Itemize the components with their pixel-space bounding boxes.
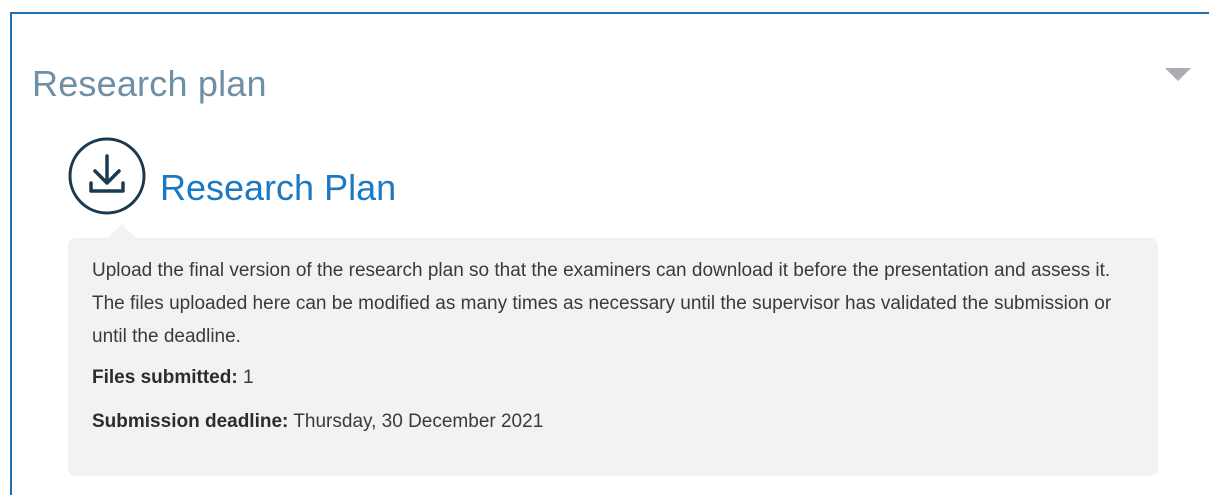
download-icon[interactable] [67, 136, 147, 216]
submission-deadline: Submission deadline: Thursday, 30 Decemb… [92, 407, 1134, 437]
files-submitted-label: Files submitted: [92, 367, 238, 388]
submission-deadline-label: Submission deadline: [92, 411, 289, 432]
files-submitted: Files submitted: 1 [92, 363, 1134, 393]
files-submitted-value: 1 [242, 367, 254, 388]
section-panel: Research plan Research Plan Upload the f… [10, 12, 1209, 495]
activity-description: Upload the final version of the research… [92, 260, 1112, 347]
submission-deadline-value: Thursday, 30 December 2021 [293, 411, 544, 432]
activity-description-box: Upload the final version of the research… [68, 224, 1158, 476]
section-title: Research plan [32, 63, 267, 104]
activity-title-link[interactable]: Research Plan [160, 166, 396, 210]
chevron-down-icon [1165, 68, 1191, 81]
collapse-toggle-button[interactable] [1163, 68, 1193, 88]
box-pointer [108, 224, 136, 238]
